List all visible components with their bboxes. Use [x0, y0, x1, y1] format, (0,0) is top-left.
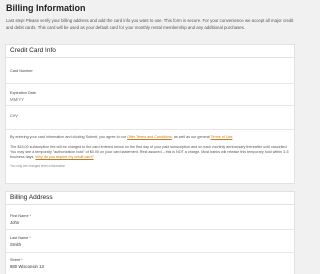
expiration-date-label: Expiration Date	[10, 91, 36, 95]
field-divider	[6, 229, 294, 230]
billing-address-header: Billing Address	[6, 192, 294, 205]
street-input[interactable]	[10, 263, 290, 270]
consent-text-middle: , as well as our general	[171, 135, 211, 139]
cvv-input[interactable]	[10, 119, 290, 126]
last-name-input[interactable]	[10, 241, 290, 248]
required-mark: *	[29, 236, 31, 240]
street-label: Street*	[10, 258, 23, 262]
credit-card-title: Credit Card Info	[10, 47, 56, 54]
billing-address-title: Billing Address	[10, 194, 53, 201]
page-title: Billing Information	[6, 3, 86, 13]
credit-card-header: Credit Card Info	[6, 45, 294, 58]
charge-note: The $15.00 subscription fee will be char…	[10, 145, 292, 161]
first-name-input[interactable]	[10, 219, 290, 226]
field-divider	[6, 129, 294, 130]
consent-text-before: By entering your card information and cl…	[10, 135, 128, 139]
card-number-label: Card Number	[10, 69, 33, 73]
field-divider	[6, 83, 294, 84]
offer-terms-link[interactable]: Offer Terms and Conditions	[127, 135, 172, 139]
last-name-label-text: Last Name	[10, 236, 29, 240]
required-mark: *	[29, 214, 32, 218]
billing-page: Billing Information Last step! Please ve…	[0, 0, 300, 274]
first-name-label: First Name*	[10, 214, 31, 218]
intro-text: Last step! Please verify your billing ad…	[6, 18, 294, 30]
charge-footnote: You only are charged when information	[10, 164, 66, 168]
why-credit-card-link[interactable]: Why do you require my credit card?	[35, 155, 93, 159]
credit-card-section: Credit Card Info Card Number Expiration …	[5, 44, 295, 184]
consent-text-after: .	[232, 135, 234, 139]
field-divider	[6, 252, 294, 253]
cvv-label: CVV	[10, 114, 18, 118]
terms-of-use-link[interactable]: Terms of Use	[211, 135, 233, 139]
required-mark: *	[21, 258, 23, 262]
last-name-label: Last Name*	[10, 236, 31, 240]
street-label-text: Street	[10, 258, 21, 262]
expiration-date-input[interactable]	[10, 96, 290, 103]
card-number-input[interactable]	[10, 75, 290, 82]
consent-text: By entering your card information and cl…	[10, 135, 292, 140]
field-divider	[6, 105, 294, 106]
billing-address-section: Billing Address First Name* Last Name* S…	[5, 191, 295, 274]
first-name-label-text: First Name	[10, 214, 29, 218]
